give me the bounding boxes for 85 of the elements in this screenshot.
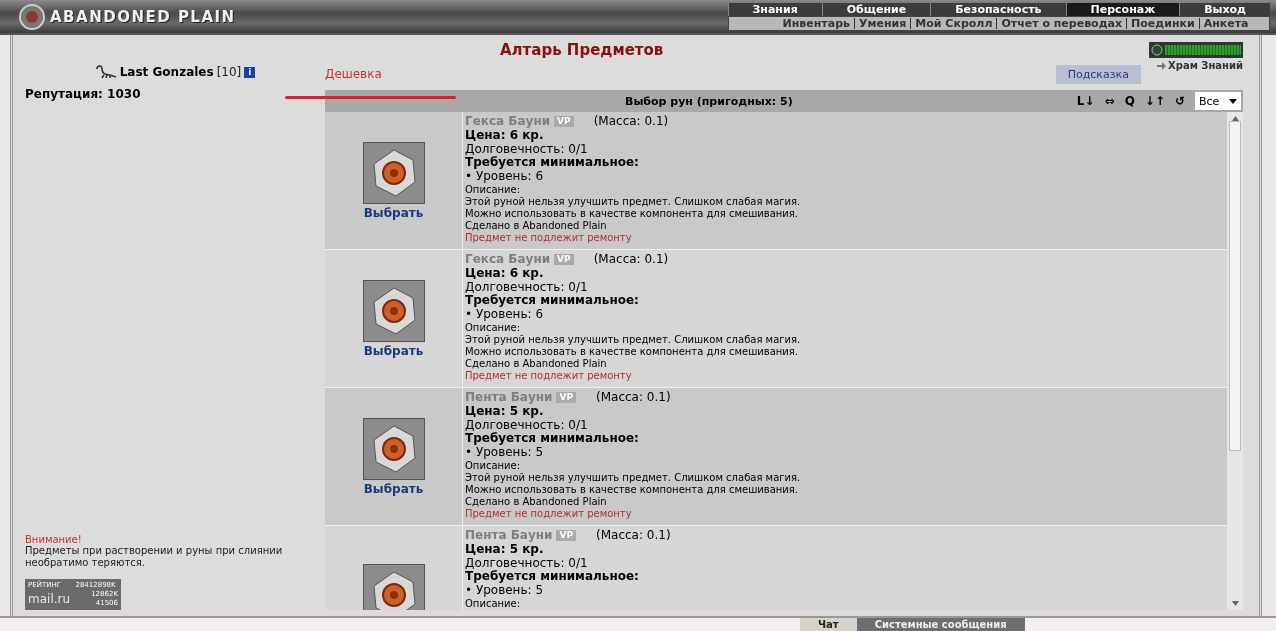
vp-badge: VP <box>554 116 574 128</box>
caret-icon <box>1229 98 1237 104</box>
repair-note: Предмет не подлежит ремонту <box>465 370 633 382</box>
item-durability: Долговечность: 0/1 <box>465 280 589 294</box>
warning-title: Внимание! <box>25 534 83 545</box>
nav-tab[interactable]: Общение <box>821 3 931 16</box>
description-line: Этой руной нельзя улучшить предмет. Слишком слабая магия. <box>465 472 801 484</box>
logo-text: ABANDONED PLAIN <box>50 7 236 26</box>
repair-note: Предмет не подлежит ремонту <box>465 508 633 520</box>
description-line: Этой руной нельзя улучшить предмет. Слишком слабая магия. <box>465 334 801 346</box>
description-line: Сделано в Abandoned Plain <box>465 358 608 370</box>
item-mass: (Масса: 0.1) <box>593 253 669 267</box>
rune-icon <box>362 279 425 342</box>
item-price: Цена: 6 кр. <box>465 266 544 281</box>
description-line: Можно использовать в качестве компонента для смешивания. <box>465 346 800 358</box>
rune-icon <box>362 141 425 204</box>
vp-badge: VP <box>556 530 577 542</box>
chat-tab[interactable]: Чат <box>800 618 857 631</box>
item-price: Цена: 5 кр. <box>465 542 544 557</box>
sub-menu-link[interactable]: Поединки <box>1126 18 1199 29</box>
filter-label: Дешевка <box>325 67 383 81</box>
toolbar-tool[interactable]: ↺ <box>1174 94 1185 108</box>
select-link[interactable]: Выбрать <box>363 481 424 496</box>
toolbar-tool[interactable]: ↓↑ <box>1144 94 1165 108</box>
description-label: Описание: <box>465 598 522 610</box>
player-name: Last Gonzales <box>119 65 214 79</box>
item-price: Цена: 5 кр. <box>465 404 544 419</box>
sub-menu-link[interactable]: Мой Скролл <box>910 18 997 29</box>
select-link[interactable]: Выбрать <box>363 343 424 358</box>
sub-menu-link[interactable]: Анкета <box>1198 18 1253 29</box>
toolbar-tool[interactable]: Q <box>1124 94 1135 108</box>
requirements-heading: Требуется минимальное: <box>465 156 640 171</box>
level-requirement: • Уровень: 6 <box>465 170 545 184</box>
reputation-text: Репутация: 1030 <box>25 87 142 101</box>
item-mass: (Масса: 0.1) <box>596 529 671 543</box>
scrollbar[interactable] <box>1227 112 1243 610</box>
panel-title: Выбор рун (пригодных: 5) <box>625 94 793 108</box>
repair-note: Предмет не подлежит ремонту <box>465 232 633 244</box>
counter-brand: mail.ru <box>28 591 72 608</box>
item-durability: Долговечность: 0/1 <box>465 556 589 570</box>
item-mass: (Масса: 0.1) <box>593 115 669 129</box>
select-link[interactable]: Выбрать <box>363 205 424 220</box>
vp-badge: VP <box>554 254 574 266</box>
item-durability: Долговечность: 0/1 <box>465 418 589 432</box>
nav-tab[interactable]: Выход <box>1179 3 1270 16</box>
sub-menu-link[interactable]: Инвентарь <box>778 18 854 29</box>
nav-tab[interactable]: Персонаж <box>1065 3 1180 16</box>
description-line: Сделано в Abandoned Plain <box>465 496 608 508</box>
player-level: [10] <box>216 65 242 79</box>
requirements-heading: Требуется минимальное: <box>465 432 640 447</box>
description-line: Этой руной нельзя улучшить предмет. Слишком слабая магия. <box>465 196 801 208</box>
arrow-icon <box>1157 61 1167 70</box>
rune-icon <box>362 417 425 480</box>
page-title: Алтарь Предметов <box>500 41 665 59</box>
requirements-heading: Требуется минимальное: <box>465 570 640 585</box>
level-requirement: • Уровень: 5 <box>465 584 545 598</box>
nav-tab[interactable]: Безопасность <box>930 3 1066 16</box>
toolbar-tool[interactable]: L↓ <box>1076 94 1095 108</box>
hint-button[interactable]: Подсказка <box>1055 65 1141 84</box>
level-requirement: • Уровень: 6 <box>465 308 545 322</box>
item-mass: (Масса: 0.1) <box>596 391 671 405</box>
scorpion-icon <box>94 65 117 79</box>
level-requirement: • Уровень: 5 <box>465 446 545 460</box>
toolbar-tool[interactable]: ⇔ <box>1104 94 1115 108</box>
vp-badge: VP <box>556 392 577 404</box>
shield-logo-icon <box>18 2 46 31</box>
nav-tab[interactable]: Знания <box>727 3 822 16</box>
item-price: Цена: 6 кр. <box>465 128 544 143</box>
description-label: Описание: <box>465 460 522 472</box>
description-line: Сделано в Abandoned Plain <box>465 220 608 232</box>
chat-tab[interactable]: Системные сообщения <box>856 618 1025 631</box>
requirements-heading: Требуется минимальное: <box>465 294 640 309</box>
description-line: Можно использовать в качестве компонента для смешивания. <box>465 208 800 220</box>
description-label: Описание: <box>465 184 522 196</box>
sub-menu-link[interactable]: Умения <box>854 18 911 29</box>
filter-select[interactable]: Все <box>1195 92 1241 110</box>
description-line: Можно использовать в качестве компонента для смешивания. <box>465 484 800 496</box>
item-durability: Долговечность: 0/1 <box>465 142 589 156</box>
sub-menu-link[interactable]: Отчет о переводах <box>996 18 1127 29</box>
info-button[interactable]: i <box>244 66 256 78</box>
description-label: Описание: <box>465 322 522 334</box>
temple-link[interactable]: Храм Знаний <box>1168 60 1243 71</box>
gauge-icon <box>1151 44 1163 56</box>
warning-text: Предметы при растворении и руны при слиянии необратимо теряются. <box>25 545 284 569</box>
scroll-down-icon[interactable] <box>1231 601 1239 606</box>
